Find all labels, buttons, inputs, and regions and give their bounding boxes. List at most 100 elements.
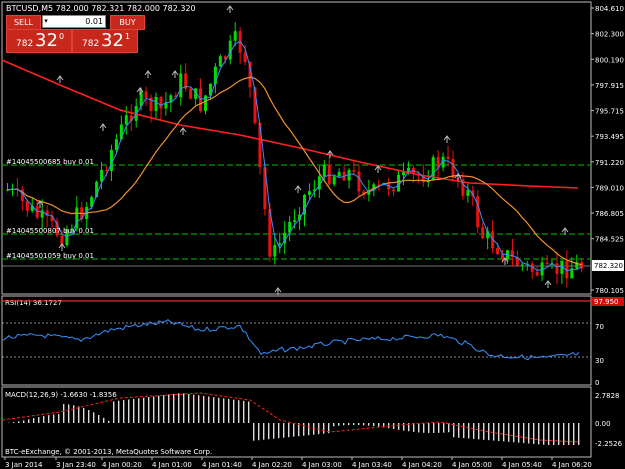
macd-bar [538, 423, 540, 445]
macd-bar [28, 419, 30, 423]
macd-bar [163, 395, 165, 423]
time-tick-label: 4 Jan 06:20 [552, 461, 592, 469]
price-tick-label: 804.610 [595, 5, 624, 13]
macd-bar [443, 423, 445, 433]
macd-bar [153, 396, 155, 423]
macd-bar [308, 423, 310, 436]
time-tick-label: 3 Jan 23:40 [56, 461, 96, 469]
lot-spinner-icon[interactable]: ▾ [42, 15, 50, 28]
price-tick-label: 780.105 [595, 287, 624, 295]
candle-body [144, 91, 148, 98]
macd-bar [178, 393, 180, 423]
macd-bar [38, 417, 40, 423]
macd-bar [533, 423, 535, 444]
candle-body [332, 176, 336, 185]
fractal-arrow-icon [171, 70, 179, 78]
sell-price-box[interactable]: 782 32 0 [6, 29, 72, 53]
macd-bar [398, 423, 400, 430]
current-price-tag-label: 782.320 [594, 262, 623, 270]
buy-button[interactable]: BUY [110, 15, 145, 30]
sell-button[interactable]: SELL [6, 15, 41, 30]
macd-bar [293, 423, 295, 437]
buy-price-sup: 1 [125, 32, 131, 41]
fractal-arrow-icon [294, 185, 302, 193]
macd-bar [268, 423, 270, 440]
macd-bar [573, 423, 575, 445]
macd-bar [568, 423, 570, 445]
order-label-2[interactable]: #14045500807 buy 0.01 [6, 227, 94, 235]
macd-bar [23, 420, 25, 423]
macd-bar [373, 423, 375, 427]
macd-tick-label: 0.00 [595, 420, 611, 428]
candle-body [397, 174, 401, 192]
macd-bar [523, 423, 525, 444]
price-tick-label: 795.715 [595, 108, 624, 116]
time-axis: 3 Jan 2014 3 Jan 23:40 4 Jan 00:20 4 Jan 01… [4, 457, 592, 469]
macd-bar [203, 395, 205, 423]
macd-bar [198, 395, 200, 423]
lot-size-input[interactable]: 0.01 [42, 15, 106, 28]
price-tick-label: 802.300 [595, 31, 624, 39]
macd-bar [518, 423, 520, 443]
candle-body [124, 115, 128, 125]
macd-bar [63, 404, 65, 423]
ma-slow-line [1, 59, 579, 189]
macd-bar [53, 414, 55, 423]
macd-axis: 2.7828 0.00 -2.2526 [595, 392, 623, 448]
macd-bar [228, 399, 230, 423]
macd-bar [288, 423, 290, 438]
macd-bar [578, 423, 580, 445]
candle-body [535, 271, 539, 276]
buy-price-box[interactable]: 782 32 1 [72, 29, 138, 53]
macd-bar [43, 416, 45, 423]
macd-bar [233, 399, 235, 423]
macd-bar [313, 423, 315, 435]
chart-canvas[interactable]: BTCUSD,M5 782.000 782.321 782.000 782.32… [0, 0, 625, 469]
candle-body [100, 169, 104, 182]
price-tick-label: 789.010 [595, 184, 624, 192]
rsi-tick-label: 0 [595, 379, 599, 387]
macd-bar [128, 399, 130, 423]
rsi-tick-label: 70 [595, 323, 604, 331]
macd-bar [363, 423, 365, 426]
ma-fast-line [7, 40, 582, 272]
macd-bar [208, 396, 210, 423]
macd-bar [498, 423, 500, 441]
order-label-1[interactable]: #14045500685 buy 0.01 [6, 158, 94, 166]
time-tick-label: 4 Jan 05:00 [452, 461, 492, 469]
macd-bar [133, 398, 135, 423]
macd-bar [143, 397, 145, 423]
macd-bar [448, 423, 450, 433]
fractal-arrow-icon [58, 243, 66, 251]
macd-bar [283, 423, 285, 438]
macd-bar [433, 423, 435, 433]
macd-bar [68, 404, 70, 423]
macd-tick-label: -2.2526 [595, 440, 623, 448]
order-label-3[interactable]: #14045501059 buy 0.01 [6, 252, 94, 260]
macd-bar [483, 423, 485, 440]
copyright-text: BTC-eExchange, © 2001-2013, MetaQuotes S… [5, 448, 212, 456]
macd-bar [478, 423, 480, 440]
macd-bar [258, 423, 260, 441]
macd-bar [238, 400, 240, 423]
candle-body [520, 264, 524, 266]
candle-body [25, 201, 29, 211]
macd-bar [438, 423, 440, 433]
time-tick-label: 4 Jan 01:40 [202, 461, 242, 469]
time-tick-label: 4 Jan 05:40 [502, 461, 542, 469]
macd-bar [343, 423, 345, 426]
candle-body [337, 172, 341, 177]
macd-bar [253, 423, 255, 441]
candle-body [307, 191, 311, 195]
macd-bar [338, 423, 340, 426]
rsi-frame [1, 295, 592, 386]
macd-bar [73, 405, 75, 423]
macd-bar [48, 415, 50, 423]
macd-bar [93, 412, 95, 423]
macd-bar [248, 401, 250, 423]
candle-body [347, 170, 351, 181]
price-tick-label: 786.805 [595, 210, 624, 218]
price-tick-label: 800.190 [595, 56, 624, 64]
macd-bar [223, 398, 225, 423]
candle-body [218, 56, 222, 67]
